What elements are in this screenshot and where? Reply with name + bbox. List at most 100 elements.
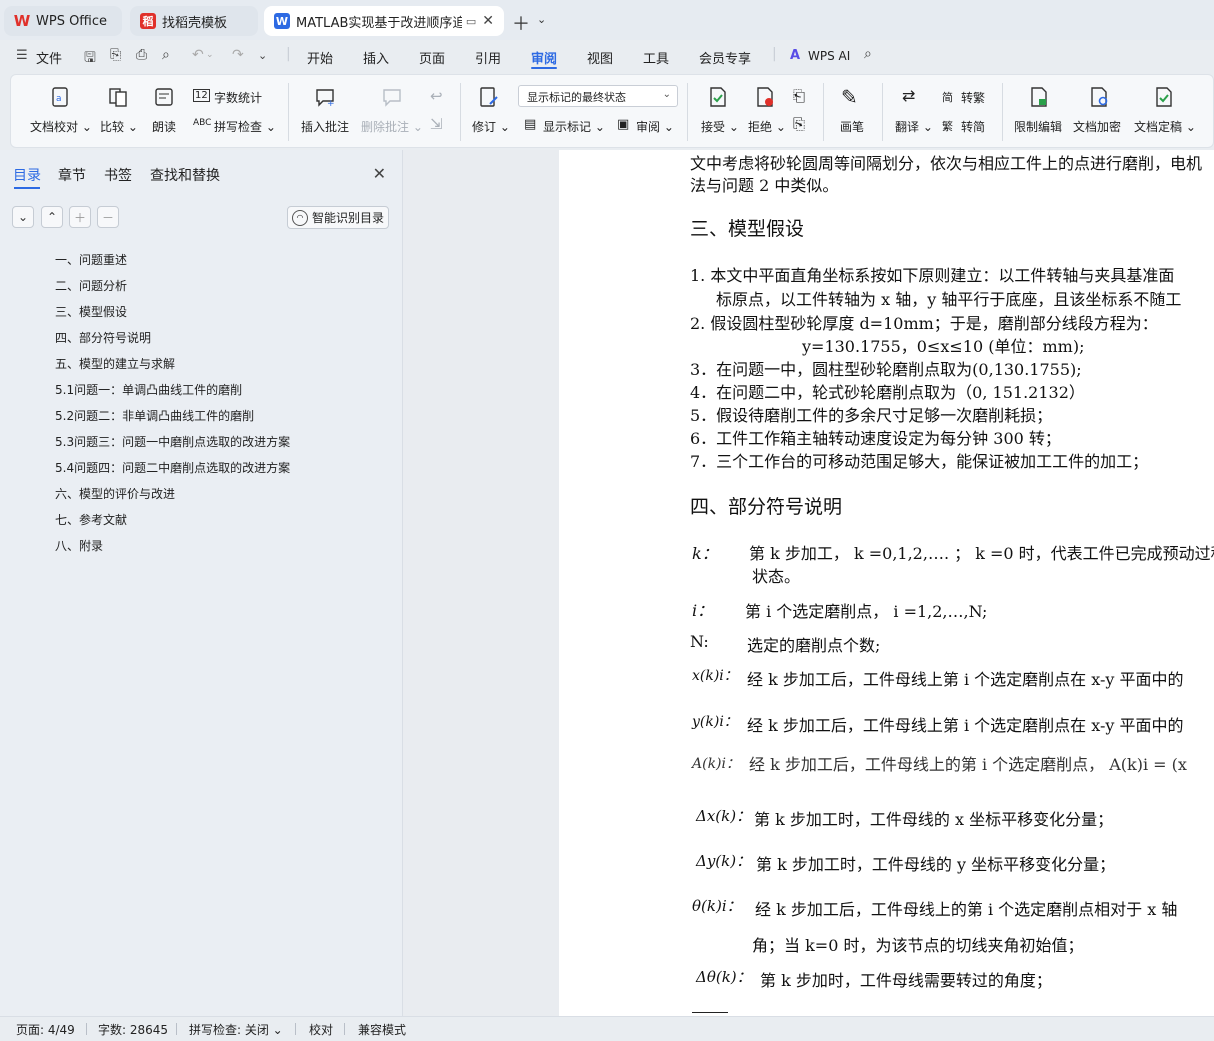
review-pane-button[interactable]: 审阅 ⌄ [636,118,674,135]
proofread-status[interactable]: 校对 [309,1021,333,1038]
toc-item[interactable]: 5.1问题一：单调凸曲线工件的磨削 [55,381,242,398]
nav-tab-find-replace[interactable]: 查找和替换 [150,165,220,185]
menu-wps-ai[interactable]: WPS AI [808,49,850,63]
nav-tab-toc[interactable]: 目录 [13,165,41,185]
menu-file[interactable]: 文件 [36,48,62,67]
page-indicator[interactable]: 页面: 4/49 [16,1021,75,1038]
restrict-edit-button[interactable]: 限制编辑 [1014,118,1062,135]
print-preview-icon[interactable]: ⌕ [162,47,170,63]
next-comment-icon[interactable]: ⇲ [430,115,443,133]
document-page[interactable]: 文中考虑将砂轮圆周等间隔划分，依次与相应工件上的点进行磨削，电机 法与问题 2 … [559,150,1214,1016]
finalize-button[interactable]: 文档定稿 ⌄ [1134,118,1196,135]
new-tab-plus-icon[interactable]: ＋ [512,10,530,36]
nav-tab-sections[interactable]: 章节 [58,165,86,185]
menu-references[interactable]: 引用 [475,48,501,67]
close-panel-icon[interactable]: ✕ [373,164,386,183]
reject-label: 拒绝 [748,120,773,134]
traditional-icon: 简 [942,91,953,104]
to-simplified-button[interactable]: 转简 [961,118,985,135]
close-tab-icon[interactable]: ✕ [482,13,494,29]
tab-wps-office[interactable]: W WPS Office [4,6,122,36]
spell-check-button[interactable]: 拼写检查 ⌄ [214,118,276,135]
svg-text:+: + [327,99,335,108]
restrict-edit-icon [1031,87,1047,107]
toc-item[interactable]: 二、问题分析 [55,277,127,294]
chevron-down-icon[interactable]: ⌄ [537,13,546,26]
toc-item[interactable]: 七、参考文献 [55,511,127,528]
undo-icon[interactable]: ↶ [192,47,204,63]
menu-membership[interactable]: 会员专享 [699,48,751,67]
hamburger-icon[interactable]: ☰ [16,48,28,63]
remove-heading-icon[interactable]: － [97,206,119,228]
delete-comment-button[interactable]: 删除批注 ⌄ [361,118,423,135]
word-count-button[interactable]: 字数统计 [214,89,262,106]
collapse-chevron-icon[interactable]: ⌃ [41,206,63,228]
redo-icon[interactable]: ↷ [232,47,244,63]
export-icon[interactable]: ⎘ [110,47,121,63]
symbol-desc: 经 k 步加工后，工件母线上的第 i 个选定磨削点， A(k)i = (x [749,755,1187,774]
svg-text:a: a [56,94,62,104]
menu-start[interactable]: 开始 [307,48,333,67]
ribbon-divider [288,83,289,141]
read-aloud-icon [155,88,173,106]
revise-button[interactable]: 修订 ⌄ [472,118,510,135]
compare-button[interactable]: 比较 ⌄ [100,118,138,135]
word-count-indicator[interactable]: 字数: 28645 [98,1021,168,1038]
show-markup-icon: ▤ [524,117,537,132]
toc-item[interactable]: 一、问题重述 [55,251,127,268]
proofread-label: 文档校对 [30,120,79,134]
symbol-desc: 第 k 步加工， k =0,1,2,…. ； k =0 时，代表工件已完成预动过… [749,544,1214,563]
spell-check-status[interactable]: 拼写检查: 关闭 ⌄ [189,1021,283,1038]
markup-state-select[interactable]: 显示标记的最终状态 ⌄ [518,85,678,107]
insert-comment-button[interactable]: 插入批注 [301,118,349,135]
heading-symbols: 四、部分符号说明 [690,496,843,518]
toc-item[interactable]: 五、模型的建立与求解 [55,355,175,372]
proofread-button[interactable]: 文档校对 ⌄ [30,118,92,135]
accept-button[interactable]: 接受 ⌄ [701,118,739,135]
translate-button[interactable]: 翻译 ⌄ [895,118,933,135]
smart-toc-button[interactable]: ◠ 智能识别目录 [287,206,389,229]
more-chevron-icon[interactable]: ⌄ [258,49,267,62]
pen-button[interactable]: 画笔 [840,118,864,135]
toc-item[interactable]: 六、模型的评价与改进 [55,485,175,502]
to-traditional-button[interactable]: 转繁 [961,89,985,106]
tab-document[interactable]: W MATLAB实现基于改进顺序追踪 ▭ ✕ [264,6,504,36]
toc-item[interactable]: 5.3问题三：问题一中磨削点选取的改进方案 [55,433,290,450]
toc-item[interactable]: 三、模型假设 [55,303,127,320]
menu-view[interactable]: 视图 [587,48,613,67]
nav-tab-bookmarks[interactable]: 书签 [104,165,132,185]
menu-page[interactable]: 页面 [419,48,445,67]
read-aloud-button[interactable]: 朗读 [152,118,176,135]
menu-tools[interactable]: 工具 [643,48,669,67]
symbol-desc: 经 k 步加工后，工件母线上第 i 个选定磨削点在 x-y 平面中的 [747,716,1184,735]
add-heading-icon[interactable]: ＋ [69,206,91,228]
doc-rule [692,1012,728,1013]
encrypt-button[interactable]: 文档加密 [1073,118,1121,135]
markup-state-value: 显示标记的最终状态 [527,91,626,104]
toc-item[interactable]: 5.2问题二：非单调凸曲线工件的磨削 [55,407,254,424]
menu-review[interactable]: 审阅 [531,48,557,67]
toc-item[interactable]: 5.4问题四：问题二中磨削点选取的改进方案 [55,459,290,476]
next-change-icon[interactable]: ⎘ [793,115,805,133]
tab-template[interactable]: 稻 找稻壳模板 [130,6,258,36]
doc-text-line: 2. 假设圆柱型砂轮厚度 d=10mm；于是，磨削部分线段方程为： [690,314,1158,333]
symbol-desc: 选定的磨削点个数; [747,636,881,655]
toc-item[interactable]: 八、附录 [55,537,103,554]
active-nav-tab-indicator [14,187,40,189]
chevron-down-icon: ⌄ [662,89,671,100]
search-icon[interactable]: ⌕ [864,46,872,62]
expand-all-chevron-icon[interactable]: ⌄ [12,206,34,228]
save-icon[interactable]: 🖫 [84,47,96,71]
toc-item[interactable]: 四、部分符号说明 [55,329,151,346]
print-icon[interactable]: ⎙ [136,47,147,63]
previous-comment-icon[interactable]: ↩ [430,87,443,105]
symbol-desc: 角；当 k=0 时，为该节点的切线夹角初始值； [752,936,1084,955]
monitor-icon[interactable]: ▭ [466,15,476,28]
symbol-desc: 状态。 [752,567,801,586]
undo-menu-icon[interactable]: ⌄ [206,50,214,60]
menu-insert[interactable]: 插入 [363,48,389,67]
previous-change-icon[interactable]: ⎗ [793,87,805,105]
show-markup-button[interactable]: 显示标记 ⌄ [543,118,605,135]
reject-button[interactable]: 拒绝 ⌄ [748,118,786,135]
wps-ai-logo-icon: A [790,48,801,63]
